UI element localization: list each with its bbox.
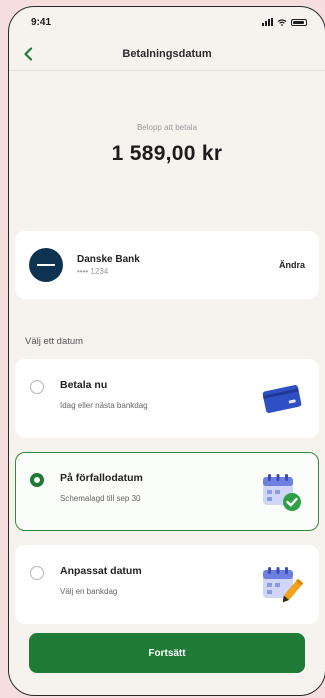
option-subtitle: Schemalagd till sep 30	[60, 494, 141, 503]
continue-button[interactable]: Fortsätt	[29, 633, 305, 673]
calendar-check-icon	[258, 468, 306, 516]
bank-account-card: Danske Bank •••• 1234 Ändra	[15, 231, 319, 299]
calendar-edit-icon	[258, 561, 306, 609]
amount-value: 1 589,00 kr	[111, 142, 223, 165]
amount-section: Belopp att betala 1 589,00 kr	[9, 71, 325, 231]
nav-bar: Betalningsdatum	[9, 37, 325, 71]
radio-button[interactable]	[30, 566, 44, 580]
radio-button[interactable]	[30, 380, 44, 394]
status-bar: 9:41	[9, 7, 325, 37]
option-pay-now[interactable]: Betala nu Idag eller nästa bankdag	[15, 359, 319, 438]
option-text: På förfallodatum Schemalagd till sep 30	[60, 453, 258, 503]
battery-icon	[291, 18, 307, 26]
bank-account-number: •••• 1234	[77, 267, 109, 276]
option-custom-date[interactable]: Anpassat datum Välj en bankdag	[15, 545, 319, 624]
credit-card-icon	[258, 375, 306, 423]
status-time: 9:41	[31, 16, 52, 28]
option-subtitle: Välj en bankdag	[60, 587, 118, 596]
radio-button-selected[interactable]	[30, 473, 44, 487]
page-title: Betalningsdatum	[122, 47, 212, 60]
wifi-icon	[277, 18, 287, 26]
chevron-left-icon	[24, 47, 33, 61]
option-text: Anpassat datum Välj en bankdag	[60, 546, 258, 596]
section-title: Välj ett datum	[25, 336, 84, 347]
option-title: Betala nu	[60, 379, 108, 391]
option-title: Anpassat datum	[60, 565, 142, 577]
change-bank-button[interactable]: Ändra	[275, 254, 309, 276]
bank-logo-icon	[29, 248, 63, 282]
option-text: Betala nu Idag eller nästa bankdag	[60, 360, 258, 410]
back-button[interactable]	[17, 43, 39, 65]
bank-name: Danske Bank	[77, 254, 140, 265]
signal-icon	[262, 18, 273, 26]
phone-frame: 9:41 Betalningsdatum Belopp att betala 1…	[8, 6, 325, 696]
status-icons	[262, 18, 307, 26]
option-title: På förfallodatum	[60, 472, 143, 484]
option-subtitle: Idag eller nästa bankdag	[60, 401, 148, 410]
option-on-due-date[interactable]: På förfallodatum Schemalagd till sep 30	[15, 452, 319, 531]
amount-label: Belopp att betala	[136, 123, 198, 132]
bank-info: Danske Bank •••• 1234	[77, 254, 275, 276]
